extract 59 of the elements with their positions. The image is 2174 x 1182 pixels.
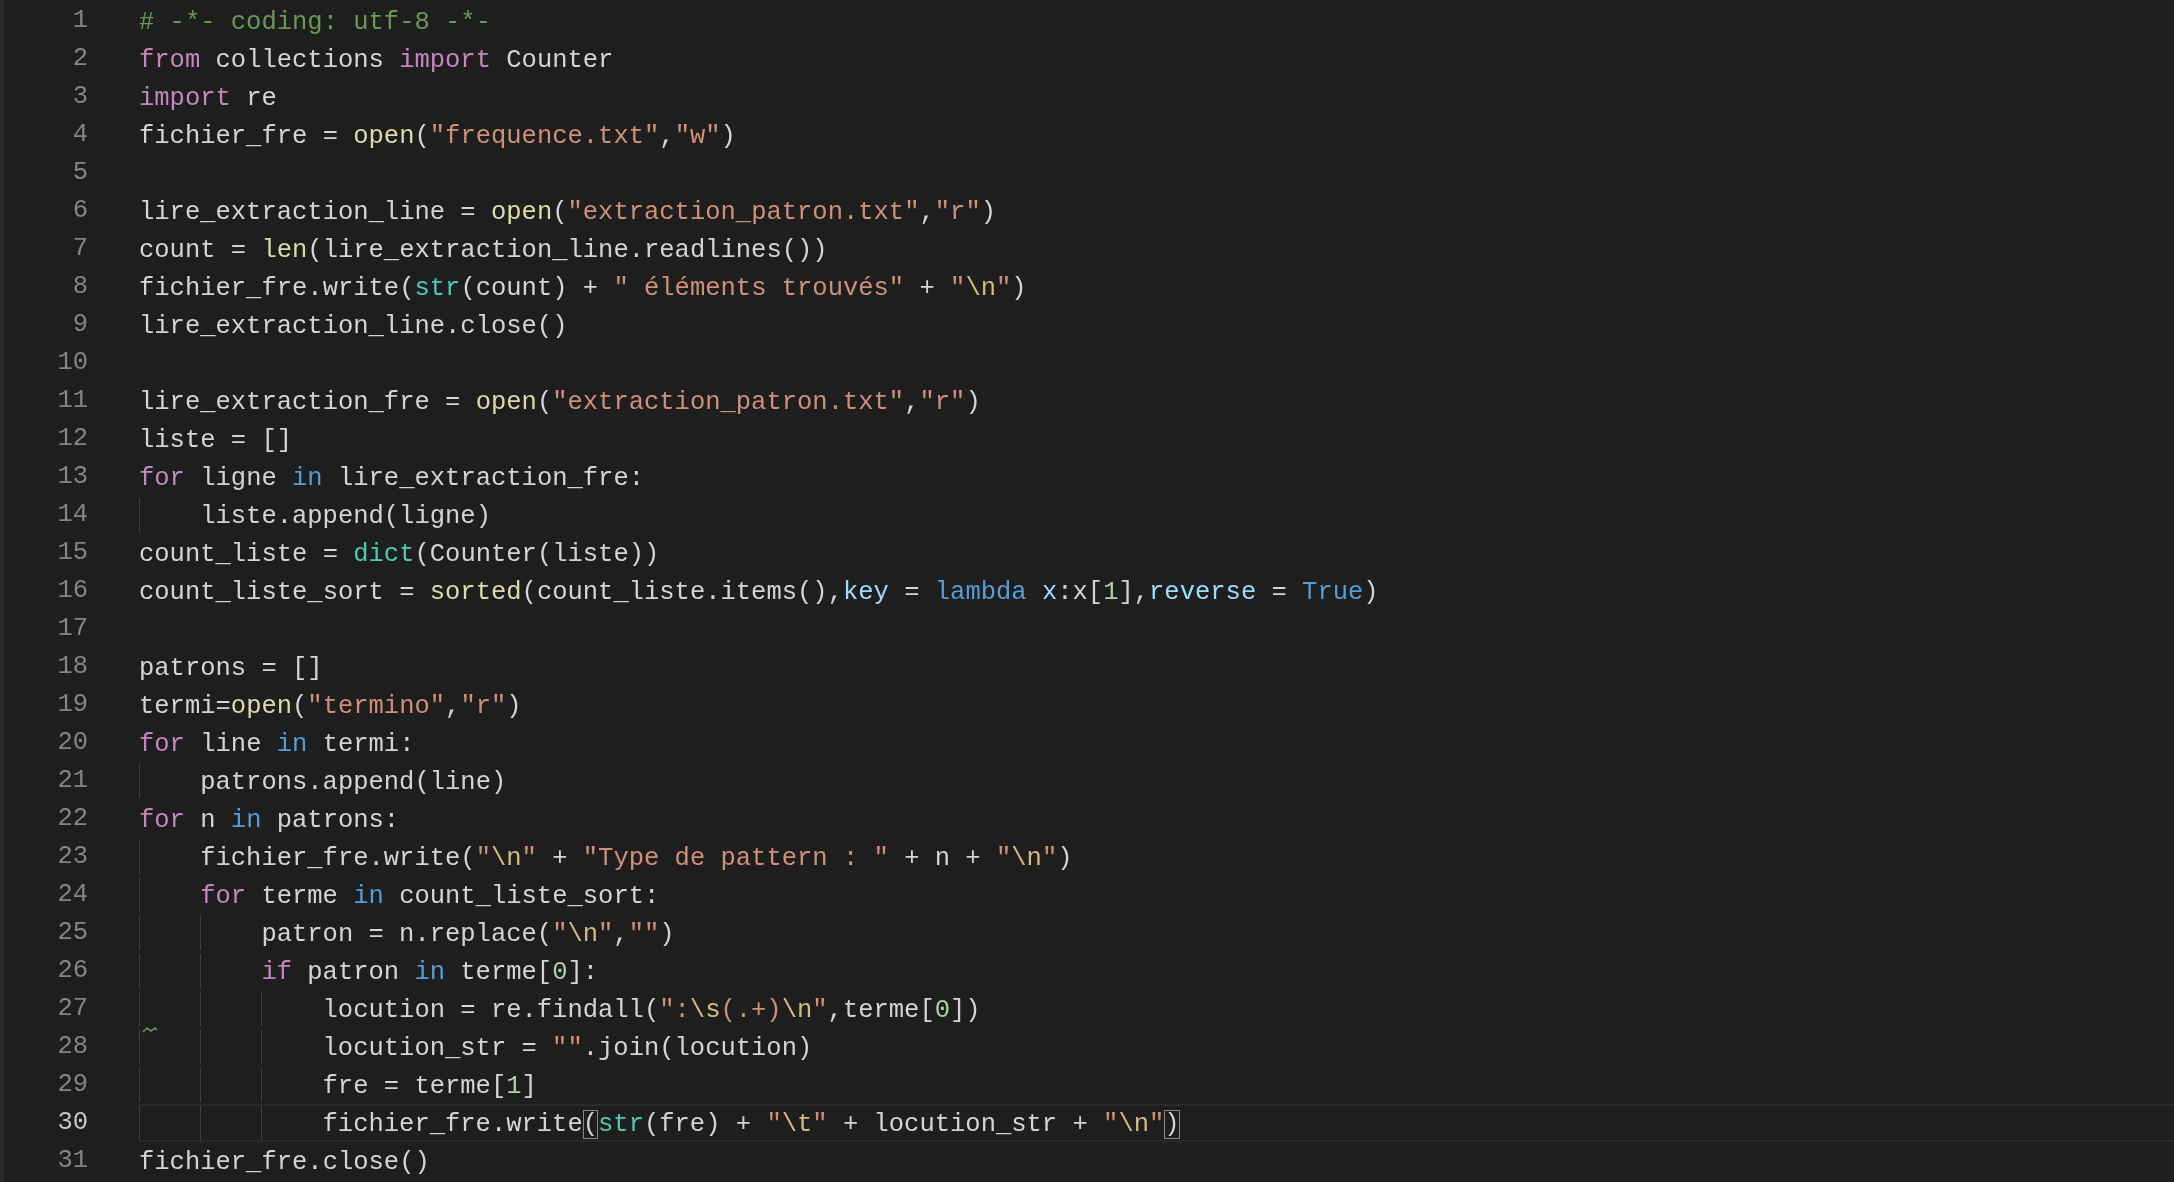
line-number: 28 <box>56 1031 88 1063</box>
line-number: 27 <box>56 993 88 1025</box>
line-number: 15 <box>56 537 88 569</box>
code-line: count_liste = dict(Counter(liste)) <box>139 539 660 570</box>
line-number: 30 <box>56 1107 88 1139</box>
code-line: liste.append(ligne) <box>200 501 491 532</box>
line-number: 7 <box>71 233 88 265</box>
code-line: import re <box>139 83 277 114</box>
line-number: 31 <box>56 1145 88 1177</box>
code-line: for ligne in lire_extraction_fre: <box>139 463 644 494</box>
line-number: 17 <box>56 613 88 645</box>
code-line: for terme in count_liste_sort: <box>200 881 660 912</box>
line-number: 2 <box>71 43 88 75</box>
line-number: 22 <box>56 803 88 835</box>
code-line: fichier_fre.write(str(count) + " éléments trouvés" + "\n") <box>139 273 1027 304</box>
line-number: 29 <box>56 1069 88 1101</box>
line-number: 16 <box>56 575 88 607</box>
line-number: 24 <box>56 879 88 911</box>
code-line: from collections import Counter <box>139 45 614 76</box>
line-number: 10 <box>56 347 88 379</box>
line-number: 4 <box>71 119 88 151</box>
line-number: 12 <box>56 423 88 455</box>
code-line: lire_extraction_line.close() <box>139 311 568 342</box>
line-number: 8 <box>71 271 88 303</box>
code-line: locution_str = "".join(locution) <box>322 1033 813 1064</box>
code-line: for line in termi: <box>139 729 415 760</box>
line-number: 1 <box>71 5 88 37</box>
line-number: 13 <box>56 461 88 493</box>
line-number: 21 <box>56 765 88 797</box>
line-number: 20 <box>56 727 88 759</box>
line-number: 3 <box>71 81 88 113</box>
line-number: 14 <box>56 499 88 531</box>
code-line: lire_extraction_line = open("extraction_patron.txt","r") <box>139 197 996 228</box>
code-line: patron = n.replace("\n","") <box>261 919 675 950</box>
code-line: patrons.append(line) <box>200 767 507 798</box>
code-line: count_liste_sort = sorted(count_liste.items(),key = lambda x:x[1],reverse = True) <box>139 577 1379 608</box>
code-line: liste = [] <box>139 425 293 456</box>
line-number: 25 <box>56 917 88 949</box>
code-line: termi=open("termino","r") <box>139 691 522 722</box>
line-number: 23 <box>56 841 88 873</box>
code-line: lire_extraction_fre = open("extraction_patron.txt","r") <box>139 387 981 418</box>
code-line: patrons = [] <box>139 653 323 684</box>
line-number: 19 <box>56 689 88 721</box>
code-line: # -*- coding: utf-8 -*- <box>139 7 491 38</box>
code-line: if patron in terme[0]: <box>261 957 599 988</box>
line-number: 5 <box>71 157 88 189</box>
line-number: 18 <box>56 651 88 683</box>
line-number: 11 <box>56 385 88 417</box>
code-line: fre = terme[1] <box>322 1071 537 1102</box>
code-line: locution = re.findall(":\s(.+)\n",terme[0]) <box>322 995 981 1026</box>
code-line: count = len(lire_extraction_line.readlines()) <box>139 235 828 266</box>
code-line: fichier_fre = open("frequence.txt","w") <box>139 121 736 152</box>
code-line: for n in patrons: <box>139 805 400 836</box>
line-number: 9 <box>71 309 88 341</box>
code-line: fichier_fre.write(str(fre) + "\t" + locution_str + "\n") <box>322 1109 1180 1140</box>
code-line: fichier_fre.close() <box>139 1147 430 1178</box>
line-number: 6 <box>71 195 88 227</box>
line-number: 26 <box>56 955 88 987</box>
code-line: fichier_fre.write("\n" + "Type de pattern : " + n + "\n") <box>200 843 1073 874</box>
